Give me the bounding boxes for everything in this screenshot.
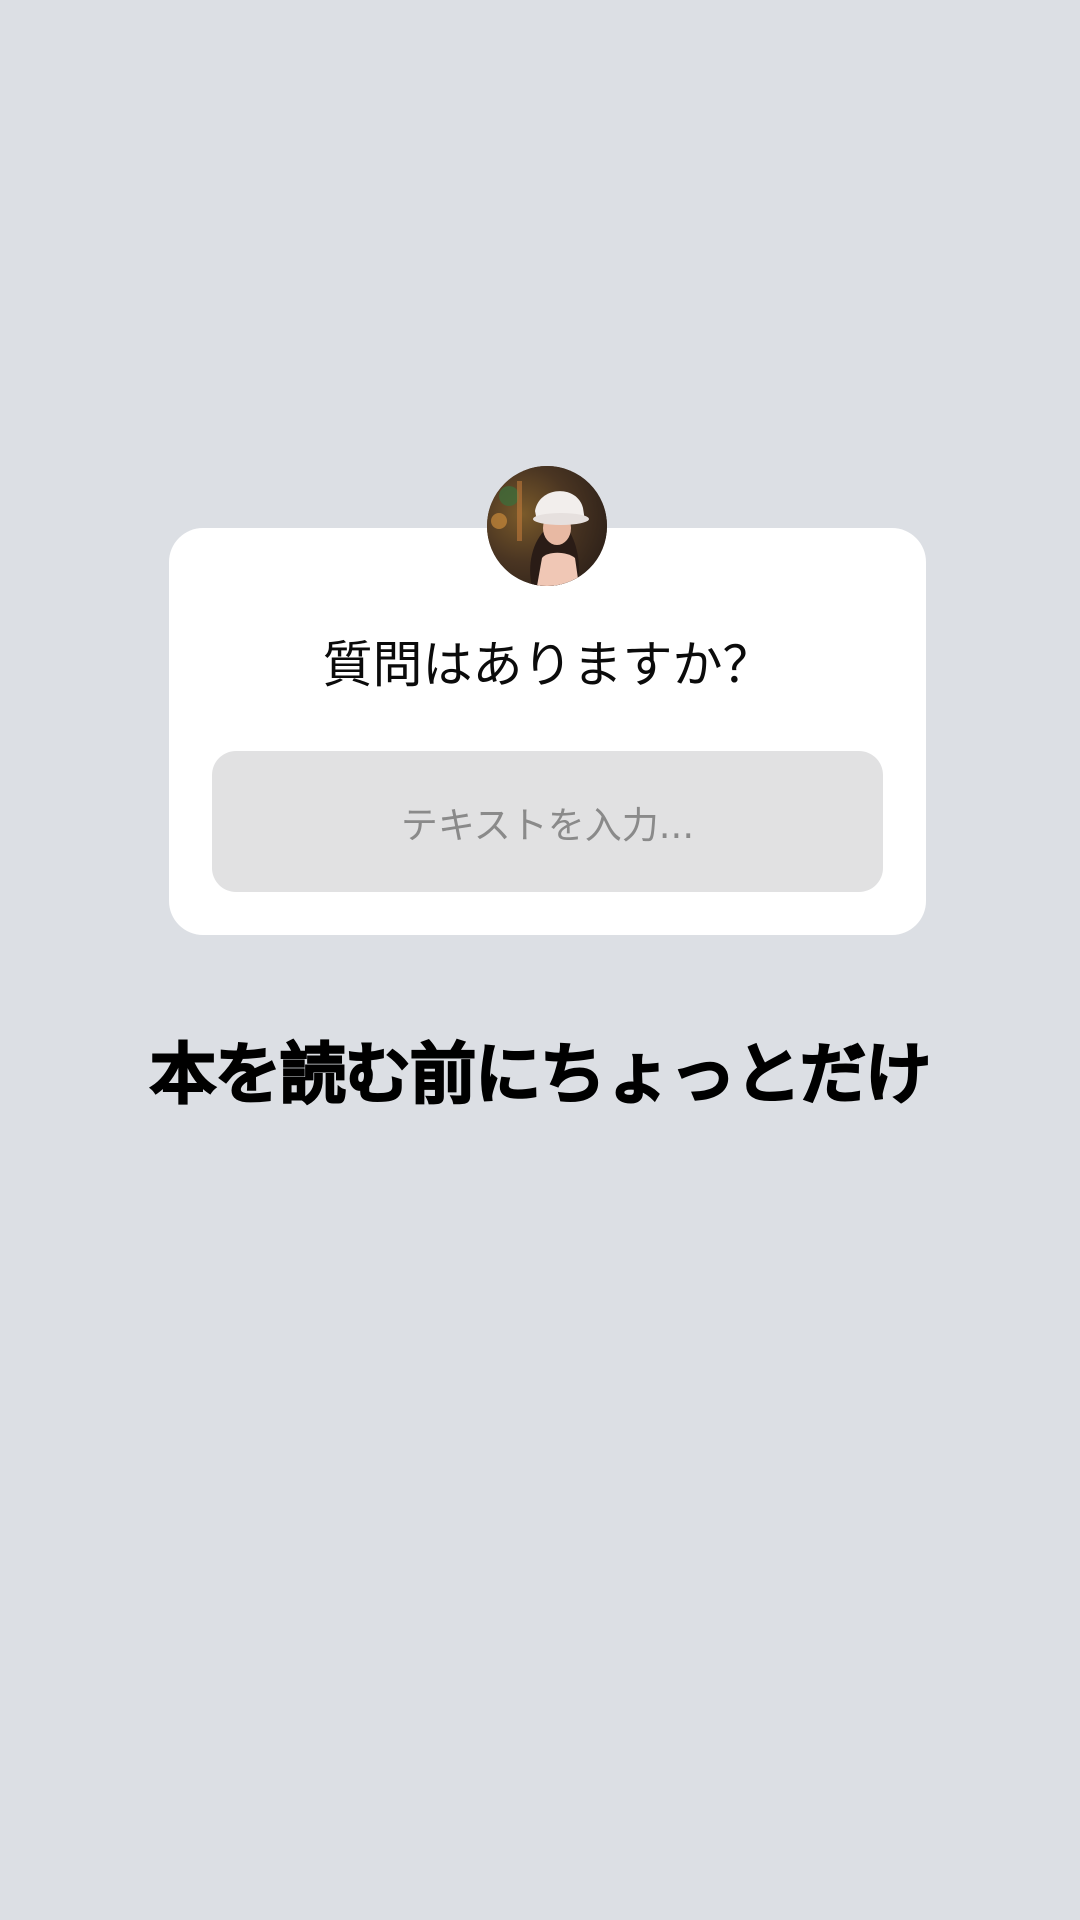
- question-text: 質問はありますか？: [322, 636, 773, 694]
- profile-photo-avatar-icon: [487, 466, 607, 586]
- avatar: [487, 466, 607, 586]
- answer-input-placeholder: テキストを入力...: [400, 803, 695, 847]
- question-sticker-card[interactable]: 質問はありますか？ テキストを入力...: [169, 528, 926, 935]
- story-caption: 本を読む前にちょっとだけ: [149, 1035, 932, 1114]
- answer-input[interactable]: テキストを入力...: [212, 751, 883, 892]
